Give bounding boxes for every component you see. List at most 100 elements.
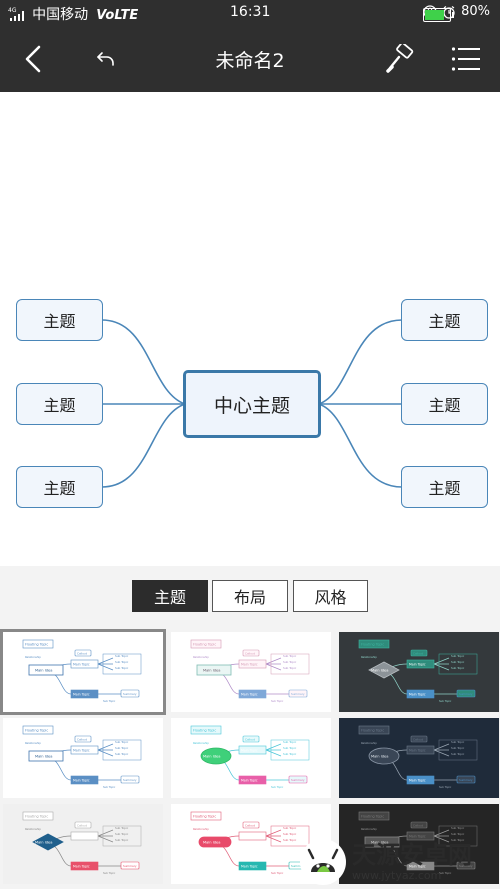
sub-topic-label: Sub Topic	[283, 752, 297, 756]
connector-right-3	[318, 403, 403, 488]
relationship-label: Relationship	[361, 827, 377, 831]
theme-preview: Floating Topic Relationship Callout Main Id…	[3, 632, 163, 712]
main-topic-label: Main Topic	[409, 693, 426, 697]
mindmap-canvas[interactable]: 主题 主题 主题 中心主题 主题 主题 主题	[0, 92, 500, 566]
sub-topic-label: Sub Topic	[439, 699, 452, 703]
theme-thumb[interactable]: Floating Topic Relationship Callout Main Id…	[339, 632, 499, 712]
site-watermark: 天源安卓网 www.jytyaz.com	[300, 835, 500, 889]
callout-label: Callout	[245, 738, 256, 742]
connector-right-1	[318, 319, 403, 405]
network-badge: 4G	[8, 7, 17, 14]
topic-left-3[interactable]: 主题	[16, 466, 103, 508]
relationship-label: Relationship	[25, 741, 41, 745]
floating-topic-label: Floating Topic	[25, 643, 48, 647]
sub-topic-label: Sub Topic	[451, 740, 465, 744]
topic-left-2[interactable]: 主题	[16, 383, 103, 425]
sub-topic-label: Sub Topic	[439, 785, 452, 789]
summary-label: Summary	[123, 692, 137, 696]
topic-right-3[interactable]: 主题	[401, 466, 488, 508]
sub-topic-label: Sub Topic	[271, 871, 284, 875]
top-toolbar: 未命名2	[0, 25, 500, 92]
main-topic-label: Main Topic	[241, 865, 258, 869]
topic-right-1[interactable]: 主题	[401, 299, 488, 341]
sub-topic-label: Sub Topic	[283, 838, 297, 842]
sub-topic-label: Sub Topic	[283, 832, 297, 836]
topic-left-1[interactable]: 主题	[16, 299, 103, 341]
sub-topic-label: Sub Topic	[271, 785, 284, 789]
sub-topic-label: Sub Topic	[115, 654, 129, 658]
connector-left-1	[101, 319, 186, 405]
floating-topic-label: Floating Topic	[361, 643, 384, 647]
sub-topic-label: Sub Topic	[283, 660, 297, 664]
sub-topic-label: Sub Topic	[451, 826, 465, 830]
sub-topic-label: Sub Topic	[451, 746, 465, 750]
sub-topic-label: Sub Topic	[115, 752, 129, 756]
carrier-name: 中国移动	[32, 7, 89, 23]
floating-topic-label: Floating Topic	[25, 815, 48, 819]
theme-thumb[interactable]: Floating Topic Relationship Callout Main Id…	[171, 632, 331, 712]
theme-thumb[interactable]: Floating Topic Relationship Callout Main Id…	[171, 718, 331, 798]
style-button[interactable]	[380, 25, 420, 92]
sub-topic-label: Sub Topic	[115, 660, 129, 664]
status-right: 80%	[423, 4, 490, 22]
sub-topic-label: Sub Topic	[115, 666, 129, 670]
main-idea-label: Main Idea	[35, 841, 52, 845]
main-idea-label: Main Idea	[371, 669, 388, 673]
watermark-brand: 天源安卓网	[352, 841, 472, 869]
summary-label: Summary	[123, 864, 137, 868]
theme-preview: Floating Topic Relationship Callout Main Id…	[171, 632, 331, 712]
theme-thumb[interactable]: Floating Topic Relationship Callout Main Id…	[3, 804, 163, 884]
theme-preview: Floating Topic Relationship Callout Main Id…	[339, 718, 499, 798]
theme-preview: Floating Topic Relationship Callout Main Id…	[339, 632, 499, 712]
callout-label: Callout	[413, 738, 424, 742]
callout-label: Callout	[245, 652, 256, 656]
main-idea-label: Main Idea	[371, 755, 388, 759]
theme-preview: Floating Topic Relationship Callout Main Id…	[3, 718, 163, 798]
watermark-logo-icon	[300, 839, 346, 885]
summary-label: Summary	[291, 692, 305, 696]
sub-topic-label: Sub Topic	[271, 699, 284, 703]
main-idea-label: Main Idea	[203, 669, 220, 673]
watermark-url: www.jytyaz.com	[352, 869, 442, 882]
tab-layout[interactable]: 布局	[212, 580, 288, 612]
hamburger-menu-icon	[451, 46, 480, 71]
summary-label: Summary	[123, 778, 137, 782]
topic-right-2[interactable]: 主题	[401, 383, 488, 425]
main-topic-label: Main Topic	[73, 693, 90, 697]
central-topic[interactable]: 中心主题	[183, 370, 321, 438]
summary-label: Summary	[459, 692, 473, 696]
relationship-label: Relationship	[193, 741, 209, 745]
sub-topic-label: Sub Topic	[103, 871, 116, 875]
main-idea-label: Main Idea	[203, 841, 220, 845]
document-title: 未命名2	[215, 50, 285, 72]
main-topic-label: Main Topic	[73, 749, 90, 753]
tab-theme[interactable]: 主题	[132, 580, 208, 612]
main-idea-label: Main Idea	[35, 755, 52, 759]
relationship-label: Relationship	[361, 655, 377, 659]
callout-label: Callout	[77, 824, 88, 828]
relationship-label: Relationship	[25, 655, 41, 659]
status-left: 4G 中国移动 VoLTE	[8, 4, 138, 24]
floating-topic-label: Floating Topic	[25, 729, 48, 733]
sub-topic-label: Sub Topic	[115, 746, 129, 750]
theme-thumb[interactable]: Floating Topic Relationship Callout Main Id…	[339, 718, 499, 798]
status-bar: 4G 中国移动 VoLTE 16:31 80%	[0, 0, 500, 25]
relationship-label: Relationship	[25, 827, 41, 831]
android-logo-icon	[307, 848, 339, 872]
sub-topic-label: Sub Topic	[115, 740, 129, 744]
menu-button[interactable]	[446, 25, 486, 92]
volte-label: VoLTE	[96, 8, 139, 23]
sub-topic-label: Sub Topic	[283, 740, 297, 744]
main-topic-label: Main Topic	[241, 693, 258, 697]
panel-tabs: 主题 布局 风格	[0, 566, 500, 628]
tab-style[interactable]: 风格	[293, 580, 368, 612]
theme-thumb[interactable]: Floating Topic Relationship Callout Main Id…	[3, 718, 163, 798]
main-idea-label: Main Idea	[35, 669, 52, 673]
callout-label: Callout	[245, 824, 256, 828]
sub-topic-label: Sub Topic	[115, 826, 129, 830]
main-topic-label: Main Topic	[241, 663, 258, 667]
floating-topic-label: Floating Topic	[361, 729, 384, 733]
theme-thumb[interactable]: Floating Topic Relationship Callout Main Id…	[0, 629, 166, 715]
summary-label: Summary	[459, 778, 473, 782]
main-topic-label: Main Topic	[73, 779, 90, 783]
